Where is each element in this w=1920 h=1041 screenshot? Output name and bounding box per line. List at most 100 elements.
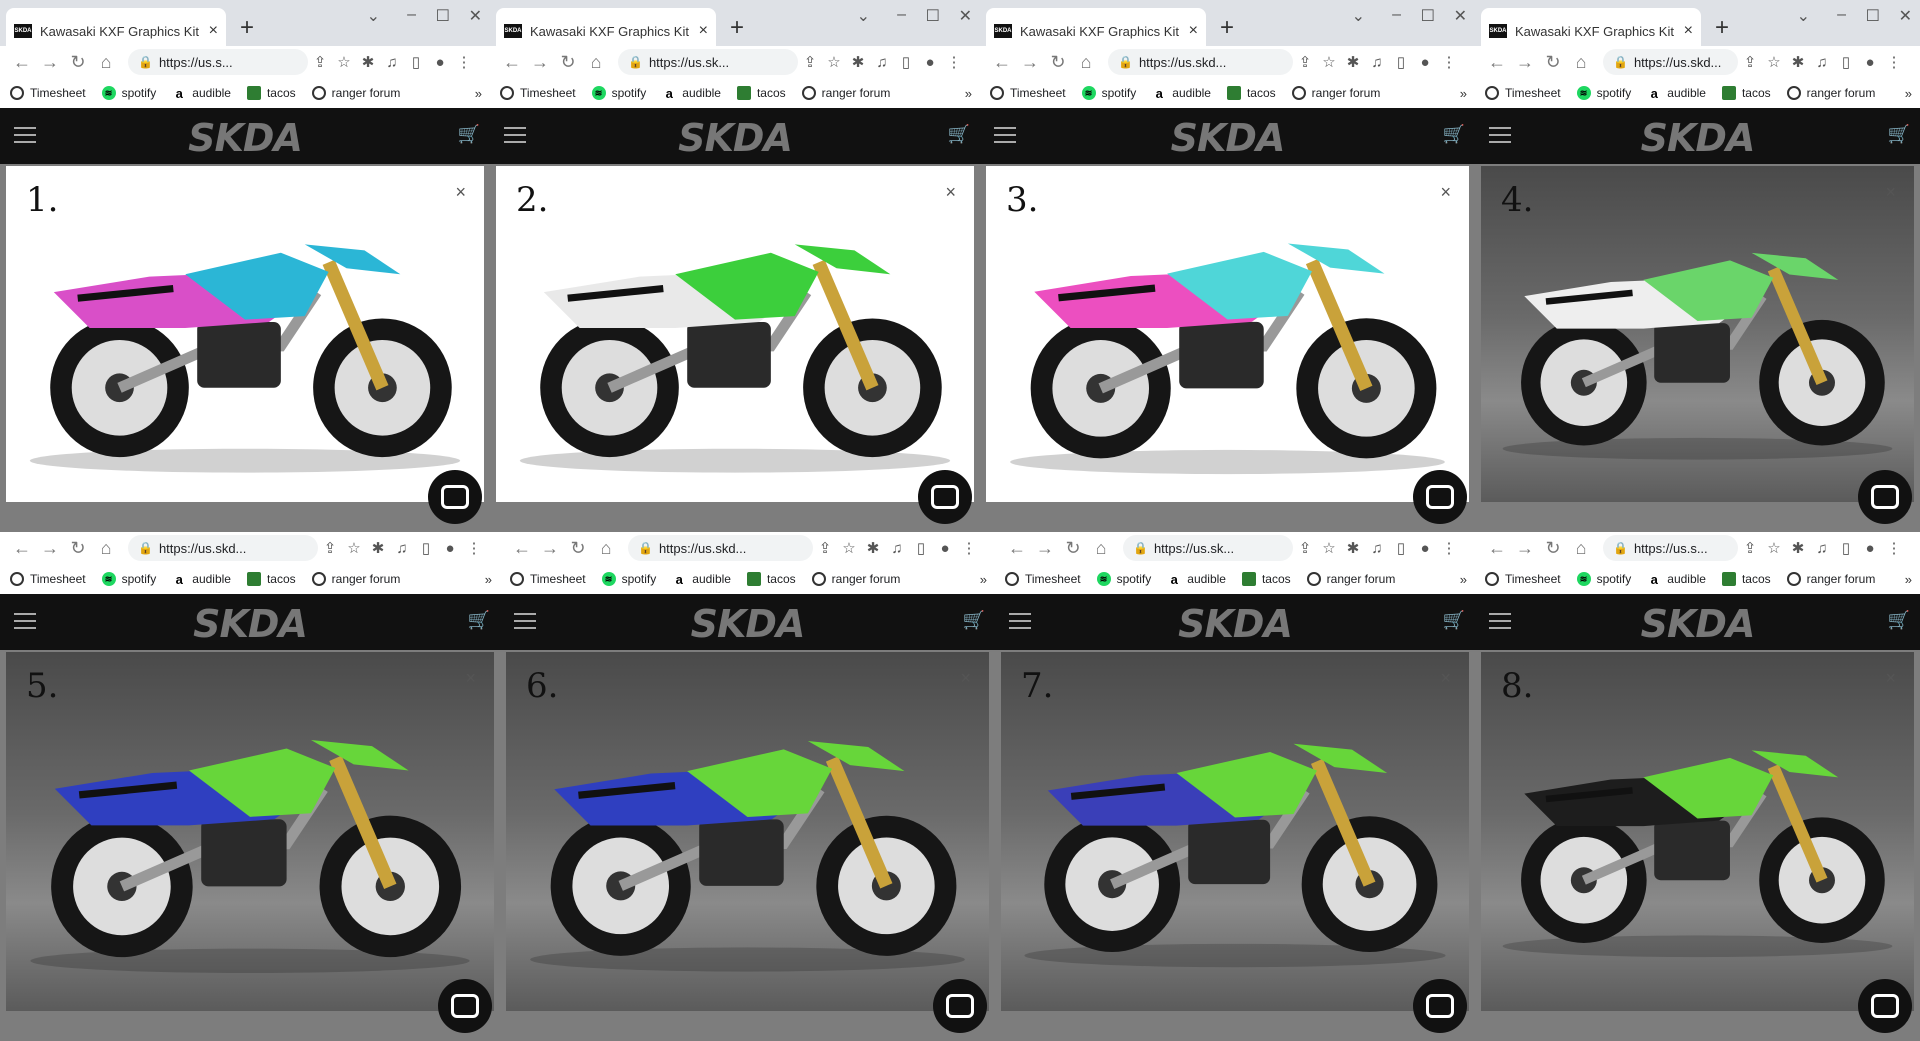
sidepanel-icon[interactable]: ▯ (1834, 539, 1858, 557)
cart-icon[interactable]: 🛒 (948, 124, 970, 145)
back-icon[interactable]: ← (1483, 538, 1511, 559)
minimize-icon[interactable]: – (407, 6, 416, 24)
close-modal-icon[interactable]: × (1885, 668, 1896, 689)
bookmark-1[interactable]: ≋ spotify (101, 572, 156, 586)
minimize-icon[interactable]: – (1837, 6, 1846, 24)
forward-icon[interactable]: → (1511, 538, 1539, 559)
close-tab-icon[interactable]: × (699, 22, 708, 40)
new-tab-icon[interactable]: + (1220, 14, 1234, 42)
maximize-icon[interactable]: ☐ (436, 6, 450, 26)
share-icon[interactable]: ⇪ (813, 539, 837, 557)
star-icon[interactable]: ☆ (837, 539, 861, 557)
sidepanel-icon[interactable]: ▯ (894, 53, 918, 71)
profile-icon[interactable]: ● (933, 540, 957, 557)
site-logo[interactable]: SKDA (0, 602, 500, 646)
reload-icon[interactable]: ↻ (1539, 52, 1567, 73)
more-bookmarks-icon[interactable]: » (485, 572, 492, 587)
new-tab-icon[interactable]: + (730, 14, 744, 42)
profile-icon[interactable]: ● (1413, 54, 1437, 71)
bookmark-2[interactable]: a audible (1167, 572, 1226, 587)
maximize-icon[interactable]: ☐ (1866, 6, 1880, 26)
close-modal-icon[interactable]: × (960, 668, 971, 689)
bookmark-4[interactable]: ranger forum (811, 572, 900, 586)
address-bar[interactable]: 🔒 https://us.skd... (1603, 49, 1738, 75)
more-bookmarks-icon[interactable]: » (475, 86, 482, 101)
more-bookmarks-icon[interactable]: » (965, 86, 972, 101)
bookmark-1[interactable]: ≋ spotify (1576, 86, 1631, 100)
close-modal-icon[interactable]: × (945, 182, 956, 203)
menu-icon[interactable]: ⋮ (957, 539, 981, 557)
back-icon[interactable]: ← (498, 52, 526, 73)
sidepanel-icon[interactable]: ▯ (909, 539, 933, 557)
close-window-icon[interactable]: ✕ (1899, 6, 1912, 26)
bookmark-2[interactable]: a audible (1647, 572, 1706, 587)
media-icon[interactable]: ♫ (1365, 540, 1389, 557)
more-bookmarks-icon[interactable]: » (1460, 86, 1467, 101)
minimize-icon[interactable]: – (1392, 6, 1401, 24)
home-icon[interactable]: ⌂ (92, 538, 120, 559)
menu-icon[interactable]: ⋮ (1882, 539, 1906, 557)
site-logo[interactable]: SKDA (1475, 602, 1920, 646)
site-logo[interactable]: SKDA (995, 602, 1475, 646)
close-modal-icon[interactable]: × (465, 668, 476, 689)
share-icon[interactable]: ⇪ (1293, 53, 1317, 71)
extensions-icon[interactable]: ✱ (356, 53, 380, 71)
bookmark-0[interactable]: Timesheet (10, 86, 86, 100)
chat-icon[interactable] (1413, 979, 1467, 1033)
forward-icon[interactable]: → (536, 538, 564, 559)
profile-icon[interactable]: ● (918, 54, 942, 71)
extensions-icon[interactable]: ✱ (861, 539, 885, 557)
forward-icon[interactable]: → (526, 52, 554, 73)
close-modal-icon[interactable]: × (1885, 182, 1896, 203)
forward-icon[interactable]: → (1511, 52, 1539, 73)
site-logo[interactable]: SKDA (980, 116, 1475, 160)
home-icon[interactable]: ⌂ (92, 52, 120, 73)
address-bar[interactable]: 🔒 https://us.skd... (628, 535, 813, 561)
bookmark-3[interactable]: tacos (1721, 572, 1771, 586)
chat-icon[interactable] (918, 470, 972, 524)
more-bookmarks-icon[interactable]: » (1460, 572, 1467, 587)
bookmark-4[interactable]: ranger forum (1291, 86, 1380, 100)
bookmark-0[interactable]: Timesheet (1485, 572, 1561, 586)
bookmark-0[interactable]: Timesheet (500, 86, 576, 100)
share-icon[interactable]: ⇪ (318, 539, 342, 557)
address-bar[interactable]: 🔒 https://us.sk... (618, 49, 798, 75)
reload-icon[interactable]: ↻ (64, 538, 92, 559)
media-icon[interactable]: ♫ (1810, 54, 1834, 71)
bookmark-4[interactable]: ranger forum (311, 572, 400, 586)
profile-icon[interactable]: ● (428, 54, 452, 71)
chat-icon[interactable] (428, 470, 482, 524)
bookmark-4[interactable]: ranger forum (801, 86, 890, 100)
bookmark-1[interactable]: ≋ spotify (601, 572, 656, 586)
bookmark-3[interactable]: tacos (1241, 572, 1291, 586)
sidepanel-icon[interactable]: ▯ (1389, 539, 1413, 557)
bookmark-2[interactable]: a audible (172, 86, 231, 101)
bookmark-1[interactable]: ≋ spotify (101, 86, 156, 100)
bookmark-3[interactable]: tacos (246, 86, 296, 100)
bookmark-3[interactable]: tacos (1226, 86, 1276, 100)
forward-icon[interactable]: → (36, 538, 64, 559)
close-tab-icon[interactable]: × (209, 22, 218, 40)
bookmark-2[interactable]: a audible (662, 86, 721, 101)
bookmark-0[interactable]: Timesheet (1005, 572, 1081, 586)
menu-icon[interactable]: ⋮ (1437, 53, 1461, 71)
address-bar[interactable]: 🔒 https://us.s... (128, 49, 308, 75)
forward-icon[interactable]: → (1016, 52, 1044, 73)
bookmark-1[interactable]: ≋ spotify (591, 86, 646, 100)
site-logo[interactable]: SKDA (0, 116, 490, 160)
close-tab-icon[interactable]: × (1684, 22, 1693, 40)
media-icon[interactable]: ♫ (380, 54, 404, 71)
bookmark-1[interactable]: ≋ spotify (1576, 572, 1631, 586)
sidepanel-icon[interactable]: ▯ (404, 53, 428, 71)
sidepanel-icon[interactable]: ▯ (1834, 53, 1858, 71)
chevron-down-icon[interactable]: ⌄ (857, 6, 870, 26)
star-icon[interactable]: ☆ (1762, 539, 1786, 557)
bookmark-3[interactable]: tacos (1721, 86, 1771, 100)
home-icon[interactable]: ⌂ (1087, 538, 1115, 559)
chat-icon[interactable] (1858, 979, 1912, 1033)
reload-icon[interactable]: ↻ (554, 52, 582, 73)
star-icon[interactable]: ☆ (1762, 53, 1786, 71)
new-tab-icon[interactable]: + (240, 14, 254, 42)
profile-icon[interactable]: ● (1858, 54, 1882, 71)
bookmark-0[interactable]: Timesheet (510, 572, 586, 586)
